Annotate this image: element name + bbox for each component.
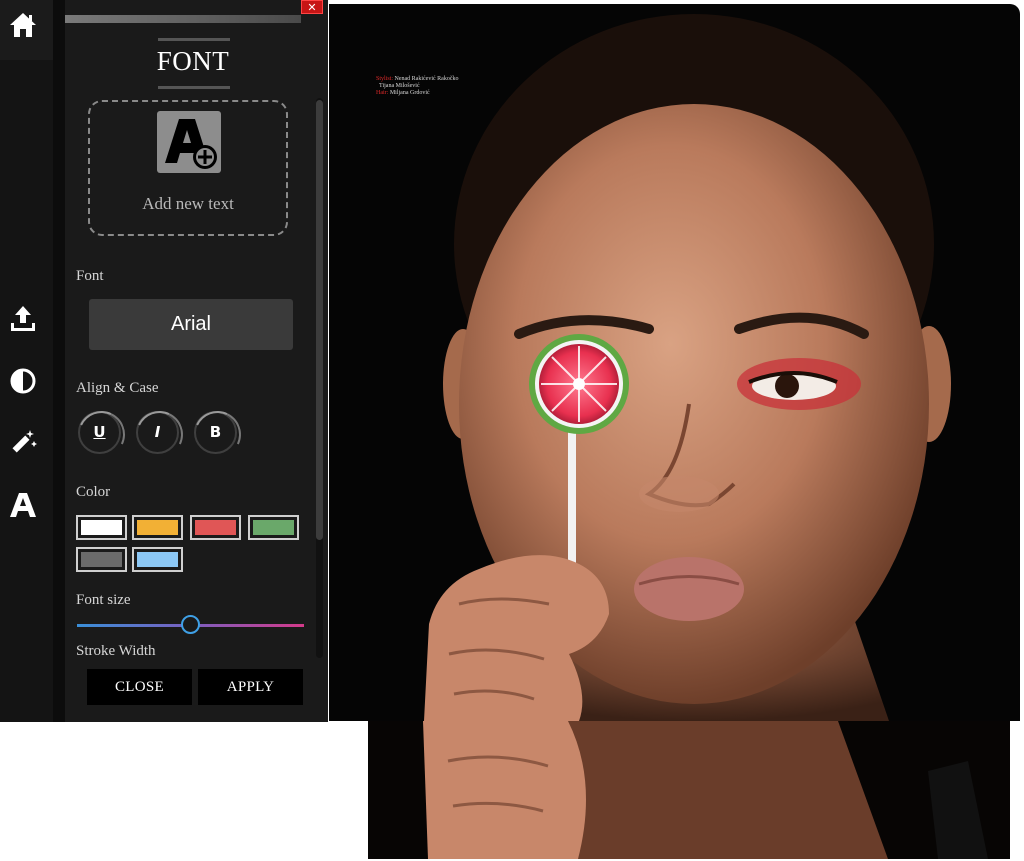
- add-text-button[interactable]: Add new text: [88, 100, 288, 236]
- panel-edge: [53, 0, 65, 722]
- color-section-label: Color: [76, 484, 111, 500]
- bold-icon: B: [209, 423, 222, 441]
- font-size-slider-thumb[interactable]: [181, 615, 200, 634]
- underline-button[interactable]: U: [71, 404, 132, 465]
- tool-rail: [0, 0, 53, 722]
- italic-icon: I: [154, 423, 161, 441]
- portrait-photo-lower: [368, 721, 1010, 859]
- magic-wand-icon[interactable]: [8, 427, 38, 457]
- close-button[interactable]: CLOSE: [87, 669, 192, 705]
- color-swatch-green[interactable]: [248, 515, 299, 540]
- close-icon[interactable]: ✕: [301, 0, 323, 14]
- title-divider: [158, 86, 230, 89]
- add-text-label: Add new text: [142, 194, 234, 213]
- text-icon[interactable]: [8, 489, 38, 519]
- font-family-select[interactable]: Arial: [89, 299, 293, 350]
- home-icon: [10, 13, 36, 37]
- italic-button[interactable]: I: [129, 404, 190, 465]
- photo-credit-line: Hair: Miljana Grdović: [376, 90, 430, 96]
- portrait-photo: [424, 14, 951, 721]
- photo-credit-line: Stylist: Nenad Rakićević Rakočko: [376, 76, 459, 82]
- font-section-label: Font: [76, 268, 104, 284]
- home-button[interactable]: [0, 0, 53, 60]
- add-text-icon: [157, 111, 221, 173]
- underline-icon: U: [93, 423, 106, 441]
- photo-canvas[interactable]: Stylist: Nenad Rakićević Rakočko Tijana …: [329, 4, 1020, 721]
- panel-scrollbar-thumb[interactable]: [316, 100, 323, 540]
- font-size-label: Font size: [76, 592, 131, 608]
- upload-icon[interactable]: [8, 303, 38, 333]
- bold-button[interactable]: B: [187, 404, 248, 465]
- photo-credit-line: Tijana Milošević: [379, 83, 420, 89]
- panel-drag-bar[interactable]: [65, 15, 301, 23]
- align-case-section-label: Align & Case: [76, 380, 159, 396]
- contrast-icon[interactable]: [8, 366, 38, 396]
- panel-footer-area: [65, 705, 328, 722]
- color-swatch-light-blue[interactable]: [132, 547, 183, 572]
- color-swatch-orange[interactable]: [132, 515, 183, 540]
- color-swatch-red[interactable]: [190, 515, 241, 540]
- apply-button[interactable]: APPLY: [198, 669, 303, 705]
- panel-title: FONT: [156, 46, 230, 76]
- color-swatch-white[interactable]: [76, 515, 127, 540]
- photo-canvas-lower[interactable]: [368, 721, 1010, 859]
- panel-fade: [65, 656, 315, 666]
- title-divider: [158, 38, 230, 41]
- font-panel: ✕ FONT Add new text Font Arial Align & C…: [65, 0, 328, 722]
- color-swatch-gray[interactable]: [76, 547, 127, 572]
